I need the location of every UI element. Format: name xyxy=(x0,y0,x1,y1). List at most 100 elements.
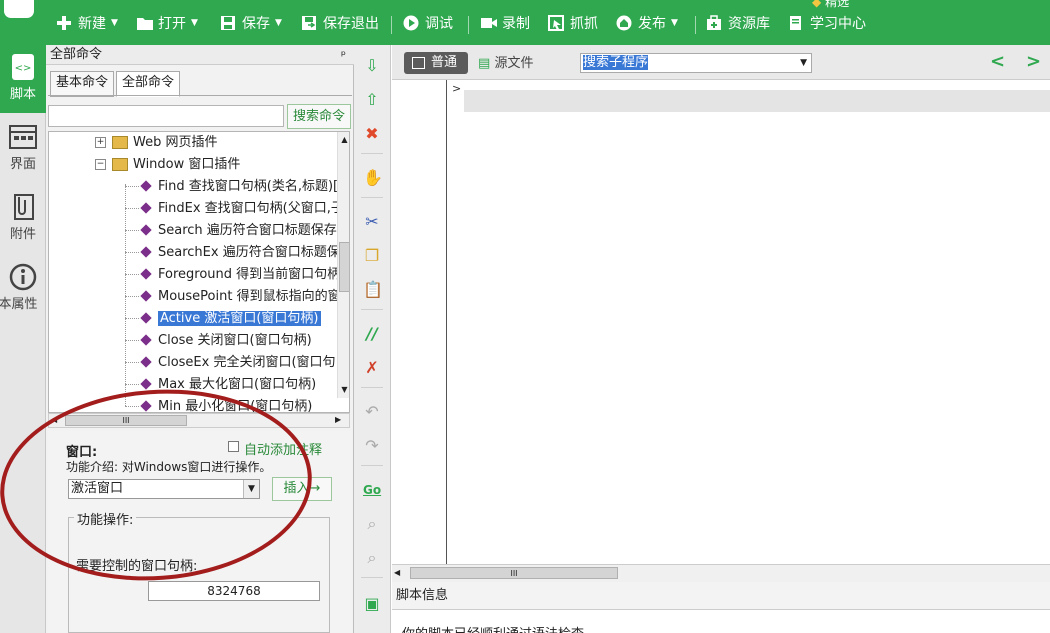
scroll-down-icon[interactable]: ▼ xyxy=(339,384,349,395)
command-icon xyxy=(140,312,152,324)
search-command-button[interactable]: 搜索命令 xyxy=(287,104,351,129)
tree-item-label: Active 激活窗口(窗口句柄) xyxy=(158,311,321,326)
move-down-icon[interactable]: ⇩ xyxy=(363,57,381,75)
current-line-highlight[interactable] xyxy=(464,90,1050,112)
command-icon xyxy=(140,356,152,368)
comment-icon[interactable]: // xyxy=(363,325,381,343)
find-icon[interactable]: ⌕ xyxy=(363,515,381,533)
command-icon xyxy=(140,202,152,214)
learning-center-button-label: 学习中心 xyxy=(810,16,866,32)
tree-item-label: MousePoint 得到鼠标指向的窗 xyxy=(158,289,341,304)
toolbox-icon xyxy=(706,15,722,31)
nav-item-interface[interactable]: 界面 xyxy=(0,123,46,172)
nav-item-attachment[interactable]: 附件 xyxy=(0,193,46,242)
scroll-left-icon[interactable]: ◀ xyxy=(394,568,400,577)
capture-button-label: 抓抓 xyxy=(570,16,598,32)
save-exit-icon xyxy=(301,15,317,31)
learning-icon xyxy=(788,15,804,31)
tree-item-label: FindEx 查找窗口句柄(父窗口,子 xyxy=(158,201,344,216)
dropdown-arrow-icon: ▼ xyxy=(191,18,198,28)
command-search-input[interactable] xyxy=(48,105,284,127)
tree-item[interactable]: Find 查找窗口句柄(类名,标题)[ xyxy=(125,176,338,198)
window-icon[interactable]: ▣ xyxy=(363,595,381,613)
plugin-icon xyxy=(112,136,128,149)
learning-center-button[interactable]: 学习中心 xyxy=(788,12,866,34)
redo-icon[interactable]: ↷ xyxy=(363,437,381,455)
collapse-icon: − xyxy=(95,159,106,170)
publish-button-label: 发布 xyxy=(638,16,666,32)
nav-next-icon[interactable]: > xyxy=(1026,51,1041,72)
plugin-icon xyxy=(112,158,128,171)
nav-prev-icon[interactable]: < xyxy=(990,51,1005,72)
resources-button-label: 资源库 xyxy=(728,16,770,32)
paste-icon[interactable]: 📋 xyxy=(363,281,383,299)
publish-button[interactable]: 发布 ▼ xyxy=(616,12,678,34)
tree-item[interactable]: MousePoint 得到鼠标指向的窗 xyxy=(125,286,341,308)
mode-source-label: 源文件 xyxy=(494,56,534,71)
scroll-right-icon[interactable]: ▶ xyxy=(335,415,341,424)
tree-vertical-scrollbar[interactable]: ▲ ▼ xyxy=(337,132,349,398)
strip-divider xyxy=(361,387,383,388)
plus-icon xyxy=(56,15,72,31)
tree-item[interactable]: Foreground 得到当前窗口句柄 xyxy=(125,264,340,286)
tab-all-commands[interactable]: 全部命令 xyxy=(116,71,181,97)
delete-icon[interactable]: ✖ xyxy=(363,125,381,143)
scroll-up-icon[interactable]: ▲ xyxy=(339,134,349,145)
save-button[interactable]: 保存 ▼ xyxy=(220,12,282,34)
editor-horizontal-scrollbar[interactable]: ◀ III xyxy=(392,564,1050,582)
capture-cursor-icon xyxy=(548,15,564,31)
pin-icon[interactable]: ᵖ xyxy=(341,45,346,65)
undo-icon[interactable]: ↶ xyxy=(363,403,381,421)
record-button[interactable]: 录制 xyxy=(480,12,530,34)
script-editor[interactable] xyxy=(392,80,1050,564)
folder-open-icon xyxy=(136,15,153,31)
tree-item[interactable]: FindEx 查找窗口句柄(父窗口,子 xyxy=(125,198,344,220)
uncomment-icon[interactable]: ✗ xyxy=(363,359,381,377)
window-handle-input[interactable]: 8324768 xyxy=(148,581,320,601)
scroll-thumb[interactable]: III xyxy=(410,567,618,579)
tree-item[interactable]: SearchEx 遍历符合窗口标题保 xyxy=(125,242,340,264)
command-icon xyxy=(140,334,152,346)
tree-item-selected[interactable]: Active 激活窗口(窗口句柄) xyxy=(125,308,321,330)
command-tree: + Web 网页插件 − Window 窗口插件 Find 查找窗口句柄(类名,标题… xyxy=(48,131,350,413)
goto-icon[interactable]: Go xyxy=(363,481,381,499)
move-up-icon[interactable]: ⇧ xyxy=(363,91,381,109)
tab-basic-commands[interactable]: 基本命令 xyxy=(50,71,115,97)
top-right-partial-text: ◆ 精选 xyxy=(812,0,849,10)
dropdown-arrow-icon: ▼ xyxy=(111,18,118,28)
script-icon: <> xyxy=(9,53,37,81)
editor-gutter xyxy=(392,80,447,564)
command-icon xyxy=(140,290,152,302)
scroll-thumb[interactable] xyxy=(339,242,349,292)
search-subroutine-select[interactable]: 搜索子程序 ▼ xyxy=(580,53,812,73)
new-button-label: 新建 xyxy=(78,16,106,32)
interface-icon xyxy=(9,123,37,151)
hand-icon[interactable]: ✋ xyxy=(363,169,383,187)
tree-item[interactable]: Search 遍历符合窗口标题保存 xyxy=(125,220,337,242)
mode-normal-button[interactable]: 普通 xyxy=(404,52,468,74)
debug-button[interactable]: 调试 xyxy=(403,12,453,34)
nav-item-script[interactable]: <> 脚本 xyxy=(0,45,46,113)
save-exit-button[interactable]: 保存退出 xyxy=(301,12,379,34)
command-icon xyxy=(140,246,152,258)
tree-node-window-plugin[interactable]: − Window 窗口插件 xyxy=(95,154,240,176)
main-toolbar: 新建 ▼ 打开 ▼ 保存 ▼ 保存退出 调试 录制 抓抓 发布 ▼ 资源库 学习中心 ◆… xyxy=(0,0,1050,45)
new-button[interactable]: 新建 ▼ xyxy=(56,12,118,34)
capture-button[interactable]: 抓抓 xyxy=(548,12,598,34)
find-next-icon[interactable]: ⌕ xyxy=(363,549,381,567)
mode-source-button[interactable]: ▤ 源文件 xyxy=(478,53,533,75)
resources-button[interactable]: 资源库 xyxy=(706,12,770,34)
strip-divider xyxy=(361,465,383,466)
strip-divider xyxy=(361,197,383,198)
tree-node-web-plugin[interactable]: + Web 网页插件 xyxy=(95,132,217,154)
copy-icon[interactable]: ❐ xyxy=(363,247,381,265)
tree-item[interactable]: CloseEx 完全关闭窗口(窗口句 xyxy=(125,352,336,374)
strip-divider xyxy=(361,577,383,578)
play-icon xyxy=(403,15,419,31)
open-button[interactable]: 打开 ▼ xyxy=(136,12,198,34)
chevron-down-icon[interactable]: ▼ xyxy=(800,54,807,72)
nav-item-properties[interactable]: 本属性 xyxy=(0,263,46,312)
cut-icon[interactable]: ✂ xyxy=(363,213,381,231)
tree-item[interactable]: Close 关闭窗口(窗口句柄) xyxy=(125,330,312,352)
save-button-label: 保存 xyxy=(242,16,270,32)
